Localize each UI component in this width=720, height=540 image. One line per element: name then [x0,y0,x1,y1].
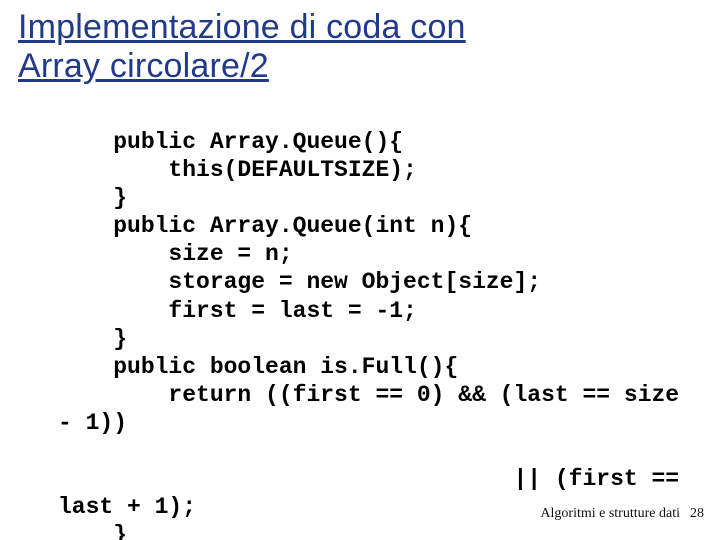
code-line: public boolean is.Full(){ [58,354,458,380]
code-line: } [58,522,127,540]
code-line: public Array.Queue(int n){ [58,213,472,239]
code-line: || (first == [58,466,679,492]
code-line: - 1)) [58,410,127,436]
code-line: } [58,326,127,352]
page-number: 28 [690,506,704,522]
code-block: public Array.Queue(){ this(DEFAULTSIZE);… [58,100,702,540]
slide: Implementazione di coda con Array circol… [0,0,720,540]
code-line: this(DEFAULTSIZE); [58,157,417,183]
code-line: first = last = -1; [58,298,417,324]
code-line: } [58,185,127,211]
code-line: public Array.Queue(){ [58,129,403,155]
code-line: size = n; [58,241,293,267]
title-line-1: Implementazione di coda con [18,8,466,46]
code-line: storage = new Object[size]; [58,269,541,295]
code-line: last + 1); [58,494,196,520]
footer-text: Algoritmi e strutture dati [540,506,680,522]
code-line: return ((first == 0) && (last == size [58,382,679,408]
title-line-2: Array circolare/2 [18,47,269,85]
slide-title: Implementazione di coda con Array circol… [18,8,702,86]
